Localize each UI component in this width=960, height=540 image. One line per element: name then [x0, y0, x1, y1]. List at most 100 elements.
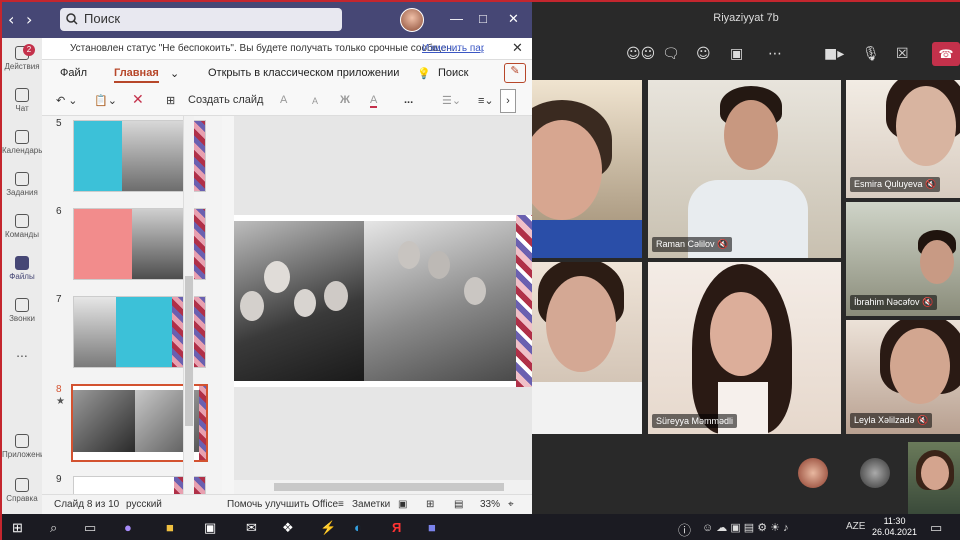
avatar[interactable]: [798, 458, 828, 488]
app-icon[interactable]: ⚡: [320, 520, 336, 536]
video-tile-leyla[interactable]: Leyla Xəlilzadə 🔇: [846, 320, 960, 434]
notes-button[interactable]: Заметки: [352, 499, 390, 510]
tray-icons[interactable]: ☺ ☁ ▣ ▤ ⚙ ☀ ♪: [702, 521, 789, 534]
search-icon[interactable]: ⌕: [50, 520, 57, 536]
meeting-title: Riyaziyyat 7b: [713, 12, 779, 24]
video-tile-sureyya[interactable]: Süreyya Məmmədli: [648, 262, 841, 434]
dropbox-icon[interactable]: ❖: [282, 520, 294, 536]
tell-me-search[interactable]: Поиск: [438, 67, 468, 79]
open-desktop-app[interactable]: Открыть в классическом приложении: [208, 67, 399, 79]
undo-icon[interactable]: ↶ ⌄: [56, 94, 78, 107]
video-tile-raman[interactable]: Raman Cəlilov 🔇: [648, 80, 841, 258]
rail-item-assignments[interactable]: Задания: [2, 172, 42, 197]
rail-item-teams[interactable]: Команды: [2, 214, 42, 239]
participants-icon[interactable]: ☺☺: [626, 46, 655, 62]
language-indicator[interactable]: AZE: [846, 521, 865, 532]
fit-slide-icon[interactable]: ⌖: [508, 499, 514, 510]
teams-icon: [15, 214, 29, 228]
rail-item-files[interactable]: Файлы: [2, 256, 42, 281]
new-slide-button[interactable]: Создать слайд: [188, 94, 263, 106]
task-view-icon[interactable]: ▭: [84, 520, 96, 536]
self-view[interactable]: [908, 442, 960, 514]
rail-item-more[interactable]: ...: [2, 344, 42, 360]
folder-icon[interactable]: ■: [166, 520, 174, 535]
participant-name: Esmira Quluyeva 🔇: [850, 177, 941, 192]
teams-icon[interactable]: ■: [428, 520, 436, 535]
rail-item-activity[interactable]: 2 Действия: [2, 44, 42, 71]
windows-start-icon[interactable]: ⊞: [12, 520, 23, 536]
video-tile-2[interactable]: [532, 262, 642, 434]
ribbon-tabs: Файл Главная ⌄ Открыть в классическом пр…: [42, 60, 532, 86]
horizontal-scrollbar[interactable]: [234, 480, 532, 494]
language-indicator[interactable]: русский: [126, 499, 162, 510]
reading-view-icon[interactable]: ▤: [454, 499, 463, 510]
zoom-level[interactable]: 33%: [480, 499, 500, 510]
help-improve-link[interactable]: Помочь улучшить Office: [227, 499, 338, 510]
participant-name: Raman Cəlilov 🔇: [652, 237, 733, 252]
rail-label: Чат: [15, 104, 29, 113]
align-icon[interactable]: ≡⌄: [478, 94, 494, 107]
change-status-link[interactable]: Изменить пар: [422, 43, 484, 54]
scrollbar-thumb[interactable]: [185, 276, 193, 426]
bold-button[interactable]: Ж: [340, 94, 350, 106]
edit-icon[interactable]: ✎: [504, 63, 526, 83]
grow-font-button[interactable]: A: [280, 94, 287, 106]
close-icon[interactable]: ✕: [508, 11, 519, 27]
normal-view-icon[interactable]: ▣: [398, 499, 407, 510]
video-tile-ibrahim[interactable]: İbrahim Nəcəfov 🔇: [846, 202, 960, 316]
camera-icon[interactable]: ■▸: [824, 46, 844, 62]
chat-icon[interactable]: 🗨: [662, 46, 680, 62]
shrink-font-button[interactable]: A: [312, 96, 318, 106]
bullets-icon[interactable]: ☰⌄: [442, 94, 461, 107]
avatar[interactable]: [860, 458, 890, 488]
more-actions-icon[interactable]: ⋯: [768, 46, 782, 62]
yandex-icon[interactable]: Я: [392, 520, 401, 535]
mail-icon[interactable]: ✉: [246, 520, 257, 536]
share-stop-icon[interactable]: ☒: [896, 46, 909, 62]
font-color-button[interactable]: A: [370, 94, 378, 108]
avatar[interactable]: [400, 8, 424, 32]
reactions-icon[interactable]: ☺: [696, 46, 711, 62]
rooms-icon[interactable]: ▣: [730, 46, 743, 62]
help-icon[interactable]: ⓘ: [678, 520, 691, 539]
current-slide[interactable]: [234, 215, 532, 387]
help-icon: [15, 478, 29, 492]
slide-number: 7: [56, 294, 62, 305]
edge-icon[interactable]: ◐: [354, 520, 362, 535]
clock[interactable]: 11:30 26.04.2021: [872, 516, 917, 538]
delete-icon[interactable]: ✕: [132, 91, 144, 108]
video-tile-1[interactable]: [532, 80, 642, 258]
rail-item-help[interactable]: Справка: [2, 478, 42, 503]
tab-file[interactable]: Файл: [60, 67, 87, 79]
notes-icon: ≡: [338, 499, 344, 510]
maximize-icon[interactable]: □: [479, 11, 487, 26]
rail-item-calendar[interactable]: Календарь: [2, 130, 42, 155]
thumbnail-scrollbar[interactable]: [183, 116, 194, 494]
sorter-view-icon[interactable]: ⊞: [426, 499, 434, 510]
rail-item-apps[interactable]: Приложения: [2, 434, 49, 459]
mic-icon[interactable]: 🎙: [862, 46, 880, 62]
alice-icon[interactable]: ●: [124, 520, 132, 535]
teams-window: ‹ › Поиск — □ ✕ 2 Действия Чат Календарь…: [2, 2, 532, 514]
assignments-icon: [15, 172, 29, 186]
lightbulb-icon: 💡: [417, 68, 431, 80]
store-icon[interactable]: ▣: [204, 520, 216, 536]
rail-item-calls[interactable]: Звонки: [2, 298, 42, 323]
tab-home[interactable]: Главная: [114, 67, 159, 83]
notifications-icon[interactable]: ▭: [930, 520, 942, 536]
hangup-button[interactable]: ☎: [932, 42, 960, 66]
forward-icon[interactable]: ›: [26, 10, 32, 29]
chevron-right-icon[interactable]: ›: [500, 89, 516, 113]
clipboard-icon[interactable]: 📋⌄: [94, 94, 117, 107]
new-slide-icon[interactable]: ⊞: [166, 94, 175, 107]
back-icon[interactable]: ‹: [8, 10, 14, 29]
video-tile-esmira[interactable]: Esmira Quluyeva 🔇: [846, 80, 960, 198]
chevron-down-icon[interactable]: ⌄: [170, 67, 179, 80]
close-icon[interactable]: ✕: [512, 40, 523, 56]
search-input[interactable]: Поиск: [60, 8, 342, 31]
notice-text: Установлен статус "Не беспокоить". Вы бу…: [70, 43, 461, 54]
scrollbar-thumb[interactable]: [274, 483, 504, 491]
minimize-icon[interactable]: —: [450, 11, 463, 26]
rail-item-chat[interactable]: Чат: [2, 88, 42, 113]
more-button[interactable]: ...: [404, 94, 413, 106]
